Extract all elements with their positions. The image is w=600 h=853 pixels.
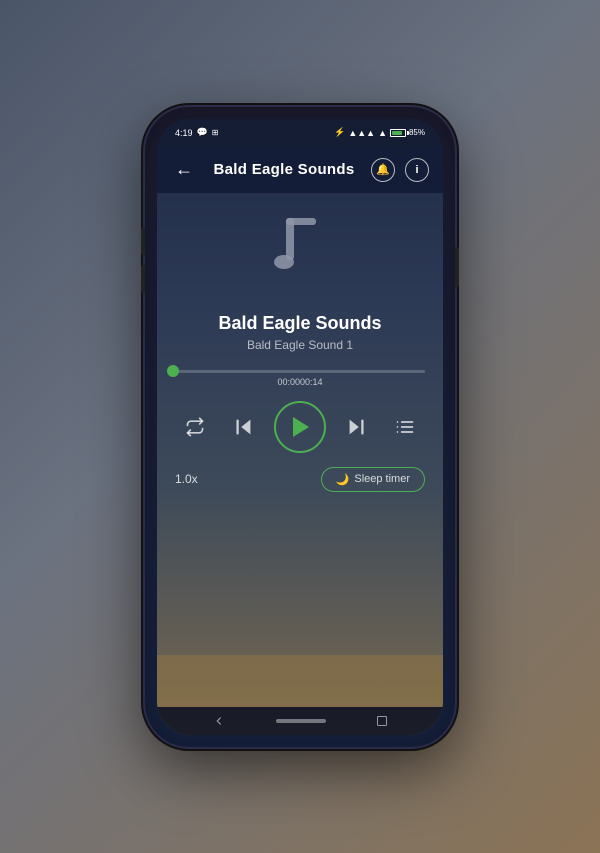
track-title: Bald Eagle Sounds — [218, 313, 381, 334]
vol-up-button[interactable] — [141, 227, 145, 255]
current-time: 00:00 — [277, 377, 300, 387]
playback-controls — [157, 401, 443, 453]
total-time: 00:14 — [300, 377, 323, 387]
wifi-icon: ▲ — [378, 128, 387, 138]
bottom-area — [157, 655, 443, 707]
progress-thumb[interactable] — [167, 365, 179, 377]
recents-button[interactable] — [376, 715, 388, 727]
moon-icon: 🌙 — [336, 473, 350, 486]
page-title: Bald Eagle Sounds — [205, 161, 363, 178]
battery-icon — [390, 129, 406, 137]
battery-percent: 85% — [409, 128, 425, 137]
previous-button[interactable] — [226, 409, 262, 445]
time-labels: 00:00 00:14 — [259, 377, 340, 387]
sleep-timer-button[interactable]: 🌙 Sleep timer — [321, 467, 425, 492]
track-subtitle: Bald Eagle Sound 1 — [247, 338, 353, 352]
navigation-bar: ← Bald Eagle Sounds 🔔 i — [157, 147, 443, 193]
bell-icon: 🔔 — [376, 163, 390, 176]
notification-button[interactable]: 🔔 — [371, 158, 395, 182]
time-display: 4:19 — [175, 128, 193, 138]
nav-action-icons: 🔔 i — [371, 158, 429, 182]
home-pill-button[interactable] — [276, 719, 326, 723]
content-area: Bald Eagle Sounds Bald Eagle Sound 1 00:… — [157, 193, 443, 655]
power-button[interactable] — [455, 247, 459, 287]
phone-screen: 4:19 💬 ⊞ ⚡ ▲▲▲ ▲ 85% ← Bald Eagle Sound — [157, 119, 443, 735]
status-bar: 4:19 💬 ⊞ ⚡ ▲▲▲ ▲ 85% — [157, 119, 443, 147]
speed-label[interactable]: 1.0x — [175, 472, 198, 486]
info-icon: i — [415, 164, 418, 176]
status-icons: ⚡ ▲▲▲ ▲ 85% — [334, 127, 425, 138]
sim-icon: ⊞ — [212, 128, 219, 137]
play-pause-button[interactable] — [274, 401, 326, 453]
status-time: 4:19 💬 ⊞ — [175, 127, 218, 138]
signal-bars: ▲▲▲ — [348, 128, 375, 138]
playlist-button[interactable] — [387, 409, 423, 445]
system-back-button[interactable] — [212, 714, 226, 728]
home-bar — [157, 707, 443, 735]
info-button[interactable]: i — [405, 158, 429, 182]
repeat-button[interactable] — [177, 409, 213, 445]
phone-device: 4:19 💬 ⊞ ⚡ ▲▲▲ ▲ 85% ← Bald Eagle Sound — [145, 107, 455, 747]
back-button[interactable]: ← — [171, 155, 197, 184]
sleep-timer-label: Sleep timer — [354, 473, 410, 485]
next-button[interactable] — [338, 409, 374, 445]
message-icon: 💬 — [197, 127, 208, 138]
album-art — [255, 203, 345, 293]
progress-container[interactable] — [157, 370, 443, 373]
play-icon — [293, 417, 309, 437]
bluetooth-icon: ⚡ — [334, 127, 345, 138]
speed-sleep-row: 1.0x 🌙 Sleep timer — [157, 467, 443, 492]
progress-track[interactable] — [175, 370, 425, 373]
music-note-icon — [268, 210, 333, 285]
vol-down-button[interactable] — [141, 265, 145, 293]
